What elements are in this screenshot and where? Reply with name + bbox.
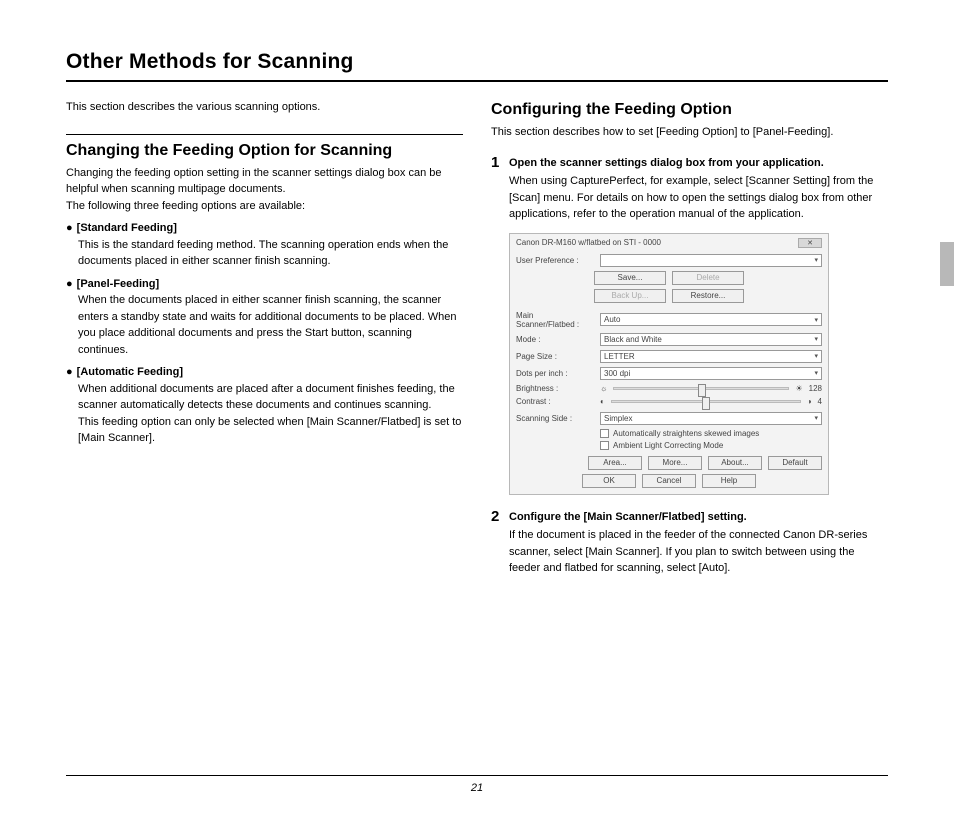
chevron-down-icon: ▾: [814, 414, 818, 422]
bullet-icon: ●: [66, 220, 73, 237]
sun-bright-icon: ☀: [795, 384, 802, 393]
scanner-settings-dialog: Canon DR-M160 w/flatbed on STI - 0000 ✕ …: [509, 233, 829, 495]
scanning-side-select: Simplex▾: [600, 412, 822, 425]
mode-select: Black and White▾: [600, 333, 822, 346]
brightness-value: 128: [809, 384, 822, 393]
intro-text: This section describes the various scann…: [66, 100, 463, 116]
step-1: 1 Open the scanner settings dialog box f…: [491, 155, 888, 223]
bullet-title: [Panel-Feeding]: [77, 276, 463, 293]
step-number: 1: [491, 155, 509, 223]
scanning-side-label: Scanning Side :: [516, 414, 594, 423]
bullet-title: [Automatic Feeding]: [77, 364, 463, 381]
area-button: Area...: [588, 456, 642, 470]
backup-button: Back Up...: [594, 289, 666, 303]
main-scanner-select: Auto▾: [600, 313, 822, 326]
chevron-down-icon: ▾: [814, 316, 818, 324]
step-title: Open the scanner settings dialog box fro…: [509, 155, 888, 172]
bullet-body: When additional documents are placed aft…: [78, 381, 463, 414]
contrast-label: Contrast :: [516, 397, 594, 406]
bullet-item: ● [Panel-Feeding]: [66, 276, 463, 293]
chevron-down-icon: ▾: [814, 256, 818, 264]
contrast-slider: [611, 400, 801, 403]
bullet-item: ● [Standard Feeding]: [66, 220, 463, 237]
user-pref-select: ▾: [600, 254, 822, 267]
more-button: More...: [648, 456, 702, 470]
sun-dim-icon: ☼: [600, 384, 607, 393]
section-heading-right: Configuring the Feeding Option: [491, 100, 888, 120]
bullet-item: ● [Automatic Feeding]: [66, 364, 463, 381]
dpi-label: Dots per inch :: [516, 369, 594, 378]
page-footer: 21: [66, 775, 888, 794]
help-button: Help: [702, 474, 756, 488]
contrast-high-icon: ◑: [807, 397, 812, 406]
delete-button: Delete: [672, 271, 744, 285]
restore-button: Restore...: [672, 289, 744, 303]
bullet-icon: ●: [66, 276, 73, 293]
dialog-title: Canon DR-M160 w/flatbed on STI - 0000: [516, 238, 661, 247]
brightness-slider: [613, 387, 789, 390]
left-column: This section describes the various scann…: [66, 100, 463, 577]
dpi-select: 300 dpi▾: [600, 367, 822, 380]
checkbox-icon: [600, 429, 609, 438]
right-column: Configuring the Feeding Option This sect…: [491, 100, 888, 577]
default-button: Default: [768, 456, 822, 470]
about-button: About...: [708, 456, 762, 470]
step-title: Configure the [Main Scanner/Flatbed] set…: [509, 509, 888, 526]
contrast-low-icon: ◐: [600, 397, 605, 406]
bullet-body: This is the standard feeding method. The…: [78, 237, 463, 270]
save-button: Save...: [594, 271, 666, 285]
main-scanner-label: Main Scanner/Flatbed :: [516, 311, 594, 329]
bullet-icon: ●: [66, 364, 73, 381]
edge-tab: [940, 242, 954, 286]
ambient-light-label: Ambient Light Correcting Mode: [613, 441, 723, 450]
page-title: Other Methods for Scanning: [66, 50, 888, 82]
left-lead-1: Changing the feeding option setting in t…: [66, 165, 463, 198]
step-body: When using CapturePerfect, for example, …: [509, 173, 888, 223]
chevron-down-icon: ▾: [814, 369, 818, 377]
cancel-button: Cancel: [642, 474, 696, 488]
auto-straighten-label: Automatically straightens skewed images: [613, 429, 759, 438]
bullet-body-extra: This feeding option can only be selected…: [78, 414, 463, 447]
mode-label: Mode :: [516, 335, 594, 344]
section-heading-left: Changing the Feeding Option for Scanning: [66, 141, 463, 161]
section-rule: [66, 134, 463, 135]
checkbox-icon: [600, 441, 609, 450]
bullet-title: [Standard Feeding]: [77, 220, 463, 237]
step-body: If the document is placed in the feeder …: [509, 527, 888, 577]
brightness-label: Brightness :: [516, 384, 594, 393]
step-2: 2 Configure the [Main Scanner/Flatbed] s…: [491, 509, 888, 577]
step-number: 2: [491, 509, 509, 577]
page-number: 21: [471, 782, 483, 794]
close-icon: ✕: [798, 238, 822, 248]
chevron-down-icon: ▾: [814, 352, 818, 360]
contrast-value: 4: [818, 397, 822, 406]
right-lead: This section describes how to set [Feedi…: [491, 124, 888, 141]
chevron-down-icon: ▾: [814, 335, 818, 343]
ok-button: OK: [582, 474, 636, 488]
page-size-label: Page Size :: [516, 352, 594, 361]
bullet-body: When the documents placed in either scan…: [78, 292, 463, 358]
page-size-select: LETTER▾: [600, 350, 822, 363]
left-lead-2: The following three feeding options are …: [66, 198, 463, 215]
user-pref-label: User Preference :: [516, 256, 594, 265]
